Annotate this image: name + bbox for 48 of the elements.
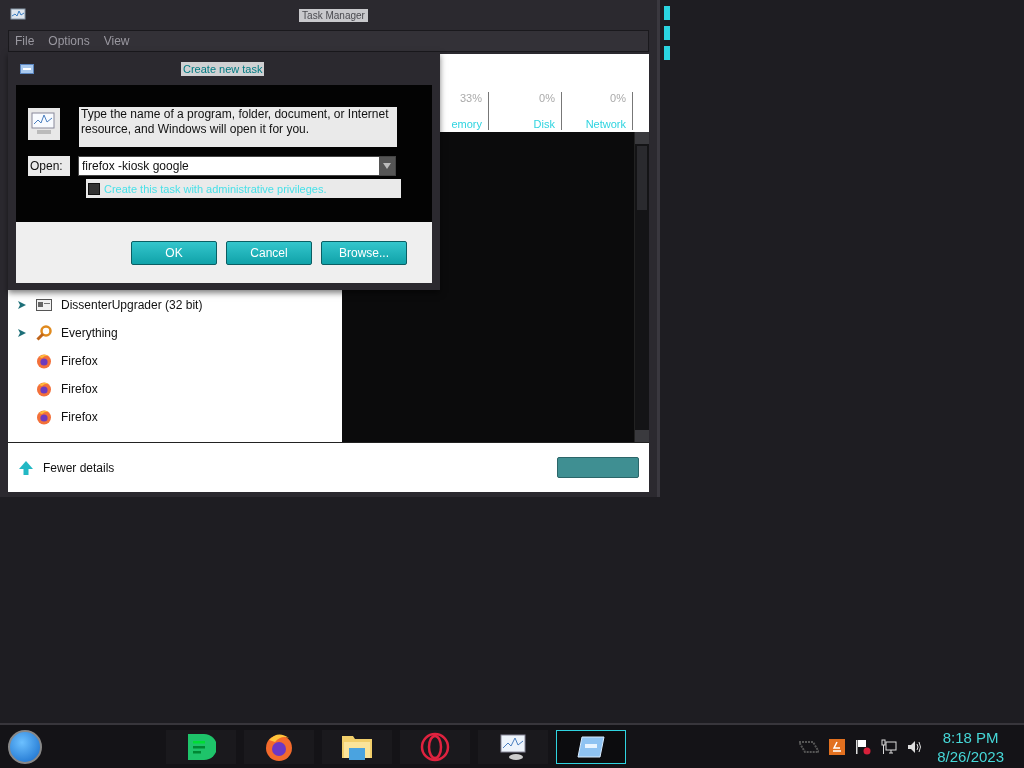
column-percent: 0%: [539, 92, 555, 104]
process-name[interactable]: Firefox: [61, 382, 98, 396]
taskbar-app[interactable]: [478, 729, 548, 764]
admin-checkbox[interactable]: [88, 182, 100, 195]
dialog-button[interactable]: Cancel: [226, 240, 312, 265]
process-name[interactable]: Everything: [61, 326, 118, 340]
open-label: Open:: [28, 156, 70, 176]
column-percent: 0%: [610, 92, 626, 104]
start-button[interactable]: [8, 729, 42, 764]
grip-icon[interactable]: [799, 740, 820, 753]
dialog-description: Type the name of a program, folder, document, or Internet resource, and Windows will open it for you.: [79, 107, 397, 147]
column-percent: 33%: [459, 92, 482, 104]
opera-icon: [420, 731, 450, 762]
firefox-icon: [264, 731, 294, 762]
firefox-icon: [36, 353, 52, 369]
window-icon: [36, 297, 52, 313]
window-icon: [20, 64, 34, 74]
taskbar-app[interactable]: [322, 729, 392, 764]
flag-icon[interactable]: [855, 738, 872, 755]
monitor-chart-icon: [498, 731, 528, 762]
taskbar-app[interactable]: [166, 729, 236, 764]
menu-item[interactable]: Options: [48, 34, 90, 48]
chat-bubble-icon: [186, 731, 216, 762]
window-title: Task Manager: [299, 8, 368, 22]
open-combobox[interactable]: firefox -kiosk google: [78, 156, 396, 176]
process-name[interactable]: Firefox: [61, 410, 98, 424]
taskbar-app[interactable]: [556, 729, 626, 764]
menu-item[interactable]: File: [15, 34, 35, 48]
magnifier-icon: [36, 325, 52, 341]
chevron-icon[interactable]: [17, 328, 27, 338]
scrollbar[interactable]: [634, 132, 649, 442]
chevron-icon[interactable]: [17, 300, 27, 310]
monitor-chart-icon: [28, 108, 60, 140]
process-name[interactable]: Firefox: [61, 354, 98, 368]
taskbar-clock[interactable]: 8:18 PM 8/26/2023: [937, 727, 1004, 766]
process-name[interactable]: DissenterUpgrader (32 bit): [61, 298, 203, 312]
firefox-icon: [36, 409, 52, 425]
firefox-icon: [36, 381, 52, 397]
fewer-details-link[interactable]: Fewer details: [43, 460, 115, 475]
taskbar-app[interactable]: [244, 729, 314, 764]
dialog-button[interactable]: OK: [131, 240, 217, 265]
network-icon[interactable]: [881, 738, 898, 755]
dialog-title: Create new task: [181, 61, 265, 76]
app-tray-icon[interactable]: [829, 738, 846, 755]
caret-icon[interactable]: [383, 163, 391, 169]
dialog-button[interactable]: Browse...: [321, 240, 407, 265]
monitor-chart-icon: [10, 8, 26, 22]
menu-item[interactable]: View: [103, 34, 130, 48]
